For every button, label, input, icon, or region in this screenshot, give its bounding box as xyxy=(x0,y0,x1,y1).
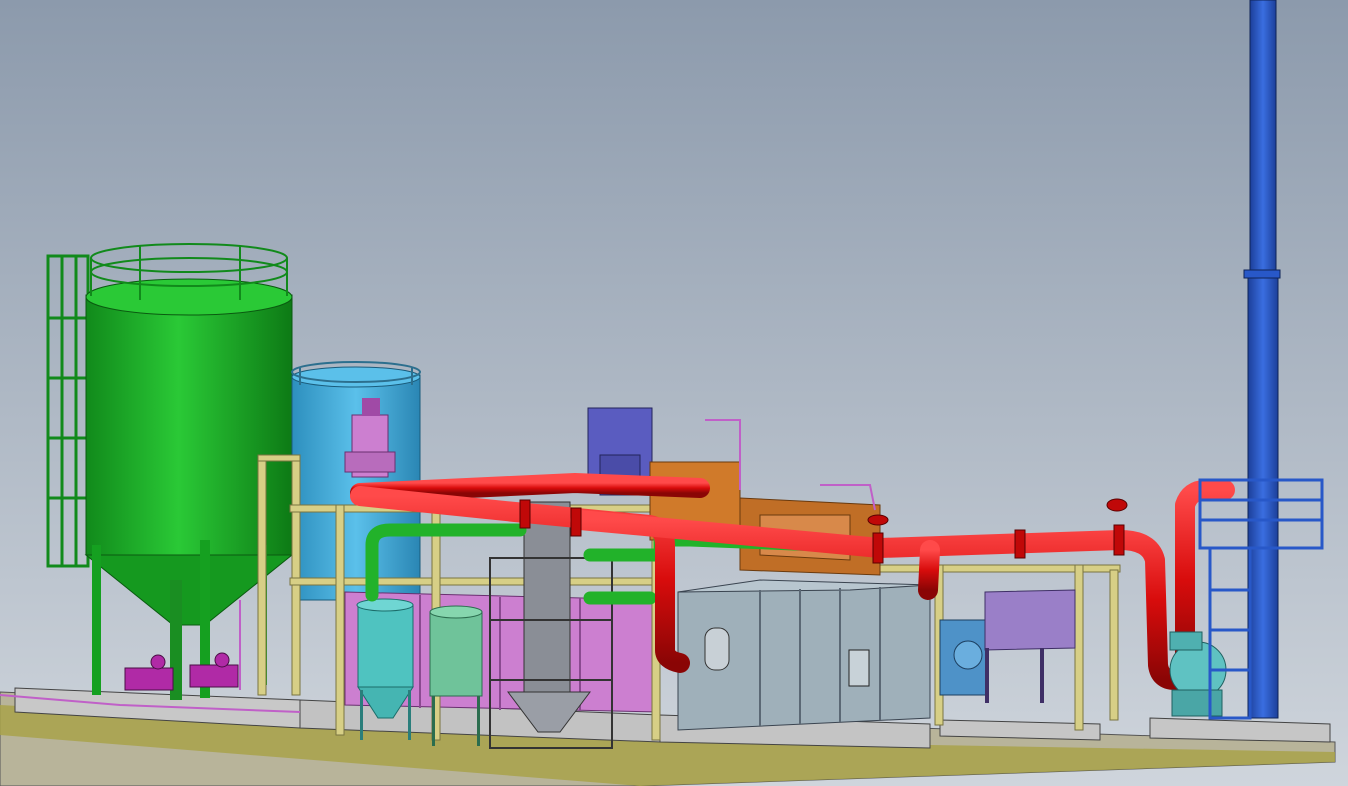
blue-fan xyxy=(939,619,987,696)
blue-tank xyxy=(291,361,421,601)
industrial-plant-3d-render xyxy=(0,0,1348,786)
filter-house xyxy=(677,579,931,731)
